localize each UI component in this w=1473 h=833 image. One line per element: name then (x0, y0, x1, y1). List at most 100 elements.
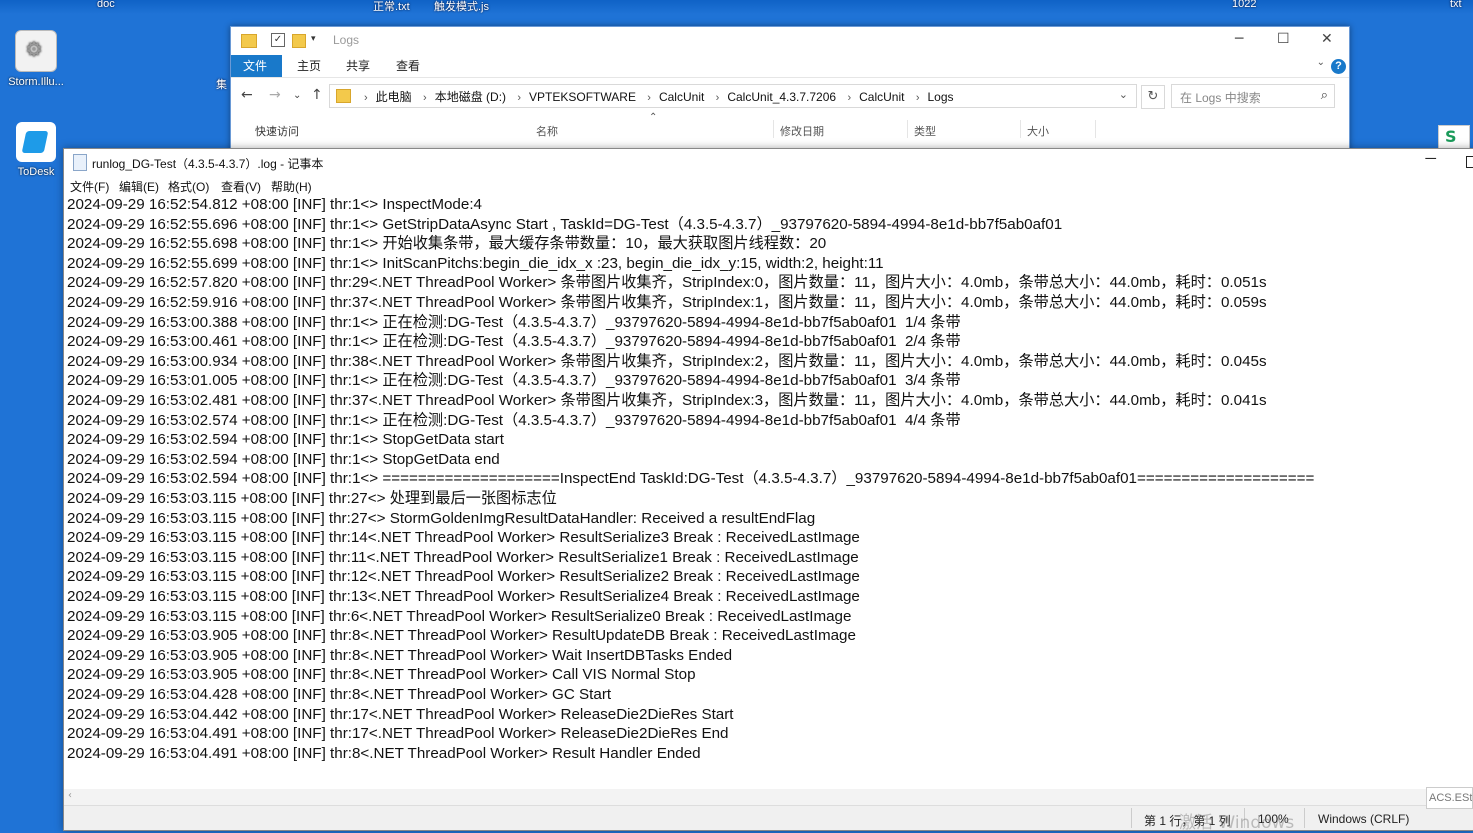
log-line: 2024-09-29 16:52:59.916 +08:00 [INF] thr… (67, 294, 1267, 311)
desktop-file-label[interactable]: 正常.txt (373, 0, 410, 14)
desktop-icon-label: ToDesk (17, 166, 55, 178)
column-date[interactable]: 修改日期 (780, 123, 824, 139)
search-icon[interactable]: ⌕ (1321, 87, 1328, 103)
log-line: 2024-09-29 16:52:55.699 +08:00 [INF] thr… (67, 254, 884, 272)
tab-view[interactable]: 查看 (384, 55, 432, 77)
chevron-right-icon: › (847, 92, 852, 104)
file-list-header: 快速访问 名称 ⌃ 修改日期 类型 大小 (231, 112, 1349, 139)
close-icon[interactable]: ✕ (1321, 31, 1333, 47)
recent-locations-icon[interactable]: ⌄ (293, 90, 301, 101)
address-bar[interactable]: › 此电脑 › 本地磁盘 (D:) › VPTEKSOFTWARE › CalcUnit… (329, 84, 1137, 108)
explorer-title: Logs (333, 33, 360, 47)
encoding-label: Windows (CRLF) (1318, 812, 1410, 826)
quick-access-label[interactable]: 快速访问 (255, 123, 299, 139)
minimize-icon[interactable]: ─ (1425, 150, 1436, 167)
log-line: 2024-09-29 16:53:04.442 +08:00 [INF] thr… (67, 705, 734, 723)
log-line: 2024-09-29 16:53:02.594 +08:00 [INF] thr… (67, 450, 500, 468)
breadcrumb-item[interactable]: 本地磁盘 (D:) (435, 90, 506, 104)
text-editor-area[interactable]: 2024-09-29 16:52:54.812 +08:00 [INF] thr… (64, 195, 1473, 795)
log-line: 2024-09-29 16:53:04.428 +08:00 [INF] thr… (67, 686, 612, 703)
log-line: 2024-09-29 16:53:04.491 +08:00 [INF] thr… (67, 744, 701, 762)
log-line: 2024-09-29 16:53:02.594 +08:00 [INF] thr… (67, 431, 504, 449)
forward-arrow-icon[interactable]: → (269, 87, 281, 103)
search-placeholder: 在 Logs 中搜索 (1180, 91, 1261, 105)
up-arrow-icon[interactable]: ↑ (311, 87, 323, 103)
menu-help[interactable]: 帮助(H) (271, 178, 312, 195)
desktop-file-label[interactable]: 1022 (1232, 0, 1256, 10)
log-line: 2024-09-29 16:53:02.594 +08:00 [INF] thr… (67, 470, 1315, 488)
maximize-icon[interactable]: ☐ (1277, 31, 1290, 47)
log-line: 2024-09-29 16:53:00.461 +08:00 [INF] thr… (67, 333, 961, 351)
breadcrumb-item[interactable]: VPTEKSOFTWARE (529, 90, 636, 104)
log-line: 2024-09-29 16:52:55.696 +08:00 [INF] thr… (67, 215, 1063, 233)
breadcrumb-item[interactable]: CalcUnit (859, 90, 904, 104)
folder-icon (336, 89, 351, 103)
log-line: 2024-09-29 16:53:03.115 +08:00 [INF] thr… (67, 607, 852, 625)
column-name[interactable]: 名称 (536, 123, 558, 139)
desktop-file-label[interactable]: doc (97, 0, 115, 10)
log-line: 2024-09-29 16:53:03.115 +08:00 [INF] thr… (67, 548, 859, 566)
breadcrumb-item[interactable]: Logs (927, 90, 953, 104)
log-line: 2024-09-29 16:52:55.698 +08:00 [INF] thr… (67, 235, 827, 253)
menu-edit[interactable]: 编辑(E) (119, 178, 159, 195)
chevron-right-icon: › (364, 92, 368, 104)
desktop-icon-storm[interactable]: Storm.Illu... (4, 30, 68, 88)
menu-format[interactable]: 格式(O) (168, 178, 209, 195)
storm-app-icon (15, 30, 57, 72)
log-line: 2024-09-29 16:52:57.820 +08:00 [INF] thr… (67, 274, 1267, 292)
breadcrumb-item[interactable]: CalcUnit (659, 90, 704, 104)
log-line: 2024-09-29 16:53:03.115 +08:00 [INF] thr… (67, 490, 557, 507)
minimize-icon[interactable]: ─ (1235, 31, 1243, 47)
desktop-file-label[interactable]: txt (1450, 0, 1462, 10)
log-line: 2024-09-29 16:53:02.481 +08:00 [INF] thr… (67, 392, 1267, 409)
address-dropdown-icon[interactable]: ⌄ (1119, 88, 1128, 101)
explorer-ribbon: 文件 主页 共享 查看 ⌄ ? (231, 55, 1349, 77)
back-arrow-icon[interactable]: ← (241, 87, 253, 103)
log-line: 2024-09-29 16:53:03.115 +08:00 [INF] thr… (67, 509, 816, 527)
menu-view[interactable]: 查看(V) (221, 178, 261, 195)
tab-share[interactable]: 共享 (334, 55, 382, 77)
properties-check-icon[interactable]: ✓ (271, 33, 285, 47)
desktop-icon-todesk[interactable]: ToDesk (4, 122, 68, 178)
help-icon[interactable]: ? (1331, 59, 1346, 74)
desktop-file-label[interactable]: 触发模式.js (434, 0, 489, 14)
scroll-left-icon[interactable]: ‹ (68, 790, 72, 801)
acs-window-tab[interactable]: ACS.ESto (1426, 787, 1473, 809)
tab-file[interactable]: 文件 (231, 55, 282, 77)
log-line: 2024-09-29 16:53:00.388 +08:00 [INF] thr… (67, 313, 961, 331)
log-line: 2024-09-29 16:53:03.115 +08:00 [INF] thr… (67, 568, 860, 586)
quick-access-dropdown-icon[interactable]: ▾ (311, 33, 316, 44)
menu-file[interactable]: 文件(F) (70, 178, 109, 195)
chevron-right-icon: › (517, 92, 522, 104)
maximize-icon[interactable] (1466, 156, 1473, 168)
refresh-icon[interactable]: ↻ (1141, 85, 1165, 109)
log-line: 2024-09-29 16:53:00.934 +08:00 [INF] thr… (67, 352, 1267, 370)
column-type[interactable]: 类型 (914, 123, 936, 139)
breadcrumb-item[interactable]: CalcUnit_4.3.7.7206 (727, 90, 836, 104)
address-row: ← → ⌄ ↑ › 此电脑 › 本地磁盘 (D:) › VPTEKSOFTWARE ›… (231, 77, 1349, 114)
notepad-title: runlog_DG-Test（4.3.5-4.3.7）.log - 记事本 (92, 157, 324, 171)
breadcrumb-item[interactable]: 此电脑 (376, 90, 412, 104)
todesk-app-icon (16, 122, 56, 162)
search-input[interactable]: 在 Logs 中搜索 ⌕ (1171, 84, 1335, 108)
log-line: 2024-09-29 16:53:02.574 +08:00 [INF] thr… (67, 411, 961, 429)
log-line: 2024-09-29 16:53:03.115 +08:00 [INF] thr… (67, 588, 860, 605)
column-size[interactable]: 大小 (1027, 123, 1049, 139)
desktop-icon-label: Storm.Illu... (8, 76, 64, 88)
chevron-right-icon: › (423, 92, 427, 104)
log-line: 2024-09-29 16:53:01.005 +08:00 [INF] thr… (67, 372, 961, 390)
file-explorer-window: ✓ ▾ Logs ─ ☐ ✕ 文件 主页 共享 查看 ⌄ ? ← → ⌄ ↑ ›… (230, 26, 1350, 158)
tab-home[interactable]: 主页 (285, 55, 333, 77)
new-folder-icon[interactable] (292, 34, 306, 48)
folder-icon (241, 34, 257, 48)
chevron-right-icon: › (647, 92, 651, 104)
log-line: 2024-09-29 16:53:03.905 +08:00 [INF] thr… (67, 627, 856, 645)
expand-ribbon-icon[interactable]: ⌄ (1317, 57, 1325, 68)
notepad-icon (73, 154, 87, 171)
desktop-partial-label: 集 (216, 79, 227, 91)
horizontal-scrollbar[interactable]: ‹ (64, 789, 1473, 805)
log-line: 2024-09-29 16:53:03.115 +08:00 [INF] thr… (67, 529, 860, 547)
notepad-window: runlog_DG-Test（4.3.5-4.3.7）.log - 记事本 ─ … (63, 148, 1473, 831)
log-line: 2024-09-29 16:52:54.812 +08:00 [INF] thr… (67, 196, 482, 213)
notepad-title-bar: runlog_DG-Test（4.3.5-4.3.7）.log - 记事本 ─ (64, 149, 1473, 175)
